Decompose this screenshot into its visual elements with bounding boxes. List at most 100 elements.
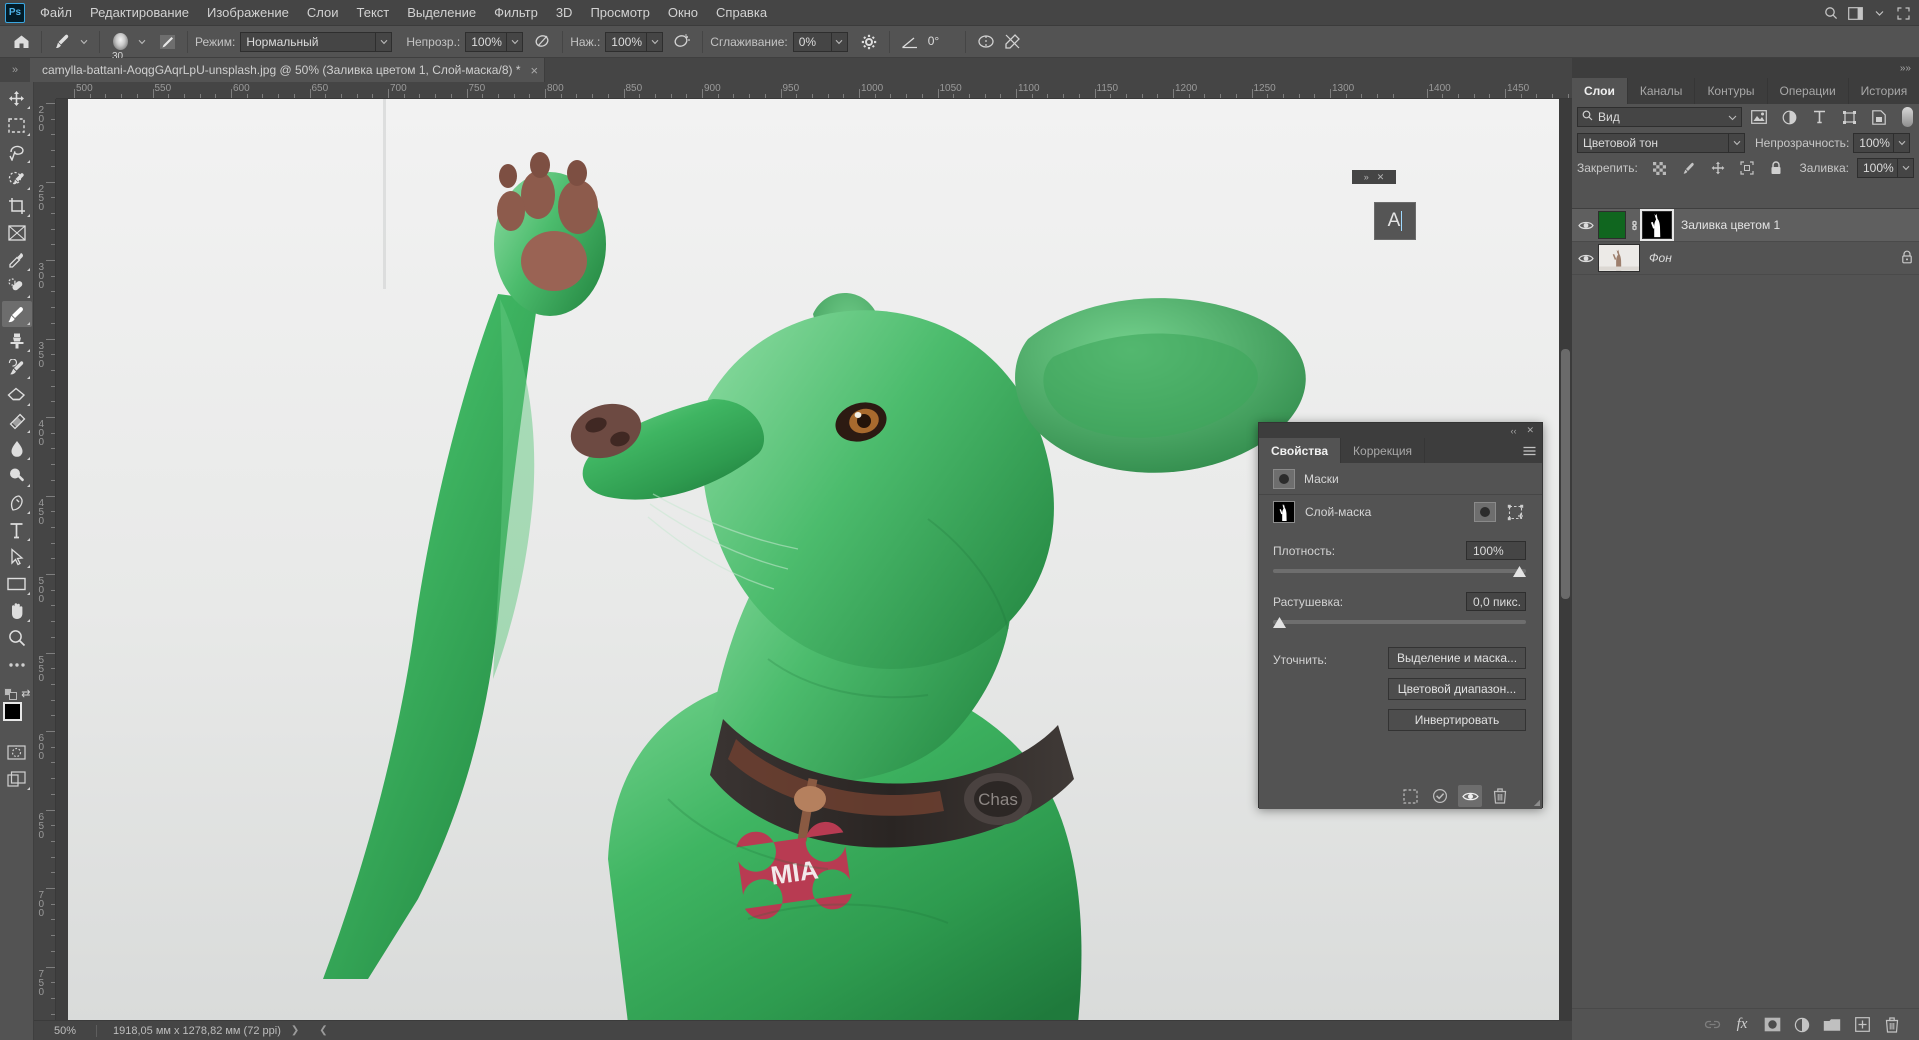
horizontal-ruler[interactable]: 500 550 600 650 700 750 800 850 900 950 1000 1050 11… bbox=[56, 82, 1572, 99]
menu-item-filter[interactable]: Фильтр bbox=[485, 1, 547, 24]
filter-shape-icon[interactable] bbox=[1836, 106, 1862, 128]
chevron-down-icon[interactable] bbox=[1867, 1, 1891, 25]
vertical-ruler[interactable]: 200250300350400450500550600650700750800 bbox=[34, 99, 56, 1023]
delete-layer-icon[interactable] bbox=[1879, 1013, 1905, 1037]
layer-visibility-icon[interactable] bbox=[1574, 253, 1598, 264]
expand-window-icon[interactable] bbox=[1891, 1, 1915, 25]
blend-mode-select[interactable]: Нормальный bbox=[240, 31, 393, 52]
resize-handle-icon[interactable]: ◢ bbox=[1534, 798, 1540, 807]
hamburger-icon[interactable] bbox=[1516, 438, 1542, 463]
brush-tool-chevron-icon[interactable] bbox=[75, 32, 92, 52]
layer-mask-thumbnail[interactable] bbox=[1273, 501, 1295, 523]
tab-actions[interactable]: Операции bbox=[1767, 78, 1849, 104]
tab-history[interactable]: История bbox=[1848, 78, 1919, 104]
angle-value[interactable]: 0° bbox=[923, 32, 958, 52]
quick-mask-icon[interactable] bbox=[2, 739, 32, 765]
type-tool[interactable] bbox=[2, 517, 32, 543]
layer-mask-thumbnail[interactable] bbox=[1640, 209, 1674, 241]
angle-icon[interactable] bbox=[897, 30, 923, 54]
zoom-level[interactable]: 50% bbox=[34, 1025, 96, 1037]
search-icon[interactable] bbox=[1819, 1, 1843, 25]
pen-tool[interactable] bbox=[2, 490, 32, 516]
hand-tool[interactable] bbox=[2, 598, 32, 624]
feather-value[interactable]: 0,0 пикс. bbox=[1466, 592, 1526, 611]
layer-blend-mode-select[interactable]: Цветовой тон bbox=[1577, 133, 1745, 153]
gradient-tool[interactable] bbox=[2, 409, 32, 435]
new-layer-icon[interactable] bbox=[1849, 1013, 1875, 1037]
menu-item-text[interactable]: Текст bbox=[348, 1, 399, 24]
chevron-double-left-icon[interactable]: ‹‹ bbox=[1510, 426, 1516, 436]
rectangle-shape-tool[interactable] bbox=[2, 571, 32, 597]
lasso-tool[interactable] bbox=[2, 139, 32, 165]
chevron-right-icon[interactable]: ❯ bbox=[281, 1025, 309, 1036]
dodge-tool[interactable] bbox=[2, 463, 32, 489]
layer-color-thumbnail[interactable] bbox=[1598, 211, 1626, 239]
toggle-mask-visibility-icon[interactable] bbox=[1458, 785, 1482, 807]
filter-enable-toggle[interactable] bbox=[1900, 106, 1914, 128]
menu-item-3d[interactable]: 3D bbox=[547, 1, 582, 24]
healing-brush-tool[interactable] bbox=[2, 274, 32, 300]
menu-item-view[interactable]: Просмотр bbox=[581, 1, 658, 24]
rectangular-select-tool[interactable] bbox=[2, 112, 32, 138]
path-selection-tool[interactable] bbox=[2, 544, 32, 570]
canvas-vertical-scrollbar[interactable] bbox=[1559, 99, 1572, 1023]
select-and-mask-button[interactable]: Выделение и маска... bbox=[1388, 647, 1526, 669]
history-brush-tool[interactable] bbox=[2, 355, 32, 381]
link-mask-icon[interactable] bbox=[1626, 218, 1642, 233]
layer-style-fx-icon[interactable]: fx bbox=[1729, 1013, 1755, 1037]
tab-properties[interactable]: Свойства bbox=[1259, 438, 1342, 463]
menu-item-file[interactable]: Файл bbox=[31, 1, 81, 24]
new-adjustment-layer-icon[interactable] bbox=[1789, 1013, 1815, 1037]
layer-mask-row[interactable]: Слой-маска bbox=[1259, 495, 1542, 529]
clone-stamp-tool[interactable] bbox=[2, 328, 32, 354]
quick-selection-tool[interactable] bbox=[2, 166, 32, 192]
menu-item-select[interactable]: Выделение bbox=[398, 1, 485, 24]
blur-tool[interactable] bbox=[2, 436, 32, 462]
pixel-mask-button[interactable] bbox=[1474, 502, 1496, 522]
brush-settings-panel-icon[interactable] bbox=[154, 30, 180, 54]
lock-all-icon[interactable] bbox=[1763, 157, 1789, 179]
screen-mode-icon[interactable] bbox=[2, 766, 32, 792]
lock-position-icon[interactable] bbox=[1705, 157, 1731, 179]
zoom-tool[interactable] bbox=[2, 625, 32, 651]
workspace-icon[interactable] bbox=[1843, 1, 1867, 25]
apply-mask-icon[interactable] bbox=[1428, 785, 1452, 807]
chevron-left-icon[interactable]: ❮ bbox=[309, 1025, 337, 1036]
close-icon[interactable]: ✕ bbox=[1526, 425, 1534, 436]
filter-type-icon[interactable] bbox=[1806, 106, 1832, 128]
smoothing-input[interactable]: 0% bbox=[792, 31, 848, 52]
brush-tool[interactable] bbox=[1, 301, 32, 327]
tab-layers[interactable]: Слои bbox=[1572, 78, 1628, 104]
canvas-float-toolbar[interactable]: » ✕ bbox=[1352, 170, 1396, 184]
document-tab[interactable]: camylla-battani-AoqgGAqrLpU-unsplash.jpg… bbox=[30, 58, 546, 82]
close-icon[interactable]: × bbox=[531, 63, 539, 78]
symmetry-icon[interactable] bbox=[973, 30, 999, 54]
chevron-double-right-icon[interactable]: » bbox=[0, 58, 30, 82]
invert-button[interactable]: Инвертировать bbox=[1388, 709, 1526, 731]
opacity-input[interactable]: 100% bbox=[465, 31, 524, 52]
dock-collapse-bar[interactable]: »» bbox=[1572, 58, 1919, 78]
table-row[interactable]: Фон bbox=[1572, 242, 1919, 275]
layer-image-thumbnail[interactable] bbox=[1598, 244, 1640, 272]
gear-icon[interactable] bbox=[856, 30, 882, 54]
eyedropper-tool[interactable] bbox=[2, 247, 32, 273]
filter-adjustment-icon[interactable] bbox=[1776, 106, 1802, 128]
layer-visibility-icon[interactable] bbox=[1574, 220, 1598, 231]
feather-slider[interactable] bbox=[1273, 617, 1526, 631]
density-slider[interactable] bbox=[1273, 566, 1526, 580]
move-tool[interactable] bbox=[2, 85, 32, 111]
scrollbar-thumb-vertical[interactable] bbox=[1561, 349, 1570, 599]
frame-tool[interactable] bbox=[2, 220, 32, 246]
lock-transparent-pixels-icon[interactable] bbox=[1647, 157, 1673, 179]
chevron-double-right-icon[interactable]: » bbox=[1364, 172, 1369, 182]
lock-artboard-nesting-icon[interactable] bbox=[1734, 157, 1760, 179]
layer-locked-icon[interactable] bbox=[1901, 250, 1913, 267]
link-layers-icon[interactable] bbox=[1699, 1013, 1725, 1037]
properties-panel-titlebar[interactable]: ‹‹ ✕ bbox=[1259, 423, 1542, 438]
layer-fill-input[interactable]: 100% bbox=[1857, 158, 1914, 178]
brush-icon[interactable] bbox=[49, 30, 75, 54]
airbrush-icon[interactable] bbox=[669, 30, 695, 54]
add-layer-mask-icon[interactable] bbox=[1759, 1013, 1785, 1037]
table-row[interactable]: Заливка цветом 1 bbox=[1572, 209, 1919, 242]
lock-image-pixels-icon[interactable] bbox=[1676, 157, 1702, 179]
